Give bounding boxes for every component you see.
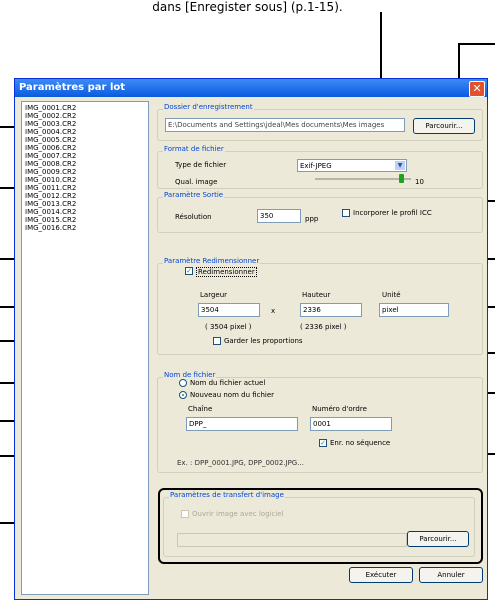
output-title: Paramètre Sortie: [163, 191, 225, 199]
list-item[interactable]: IMG_0015.CR2: [25, 216, 145, 224]
image-quality-label: Qual. image: [175, 178, 218, 186]
save-folder-path[interactable]: E:\Documents and Settings\jdeal\Mes docu…: [165, 118, 405, 132]
list-item[interactable]: IMG_0001.CR2: [25, 104, 145, 112]
height-label: Hauteur: [302, 291, 331, 299]
times-symbol: x: [271, 307, 276, 315]
file-type-label: Type de fichier: [175, 161, 227, 169]
chevron-down-icon: ▼: [395, 161, 405, 170]
sequence-label: Enr. no séquence: [330, 439, 391, 447]
current-name-radio[interactable]: [179, 379, 187, 387]
resolution-unit: ppp: [305, 215, 319, 223]
file-format-title: Format de fichier: [163, 145, 225, 153]
new-name-label: Nouveau nom du fichier: [190, 391, 275, 399]
example-text: Ex. : DPP_0001.JPG, DPP_0002.JPG...: [177, 459, 304, 467]
filename-title: Nom de fichier: [163, 371, 217, 379]
execute-button[interactable]: Exécuter: [349, 567, 413, 583]
quality-slider-thumb[interactable]: [399, 174, 405, 183]
list-item[interactable]: IMG_0011.CR2: [25, 184, 145, 192]
keep-ratio-checkbox[interactable]: [213, 337, 221, 345]
unit-value: pixel: [382, 306, 399, 314]
cancel-button[interactable]: Annuler: [419, 567, 483, 583]
save-folder-title: Dossier d'enregistrement: [163, 103, 254, 111]
list-item[interactable]: IMG_0004.CR2: [25, 128, 145, 136]
icc-profile-checkbox[interactable]: [342, 209, 350, 217]
file-type-value: Exif-JPEG: [300, 162, 332, 170]
list-item[interactable]: IMG_0007.CR2: [25, 152, 145, 160]
resolution-input[interactable]: 350: [257, 209, 301, 223]
icc-profile-label: Incorporer le profil ICC: [353, 209, 432, 217]
height-pixel-text: ( 2336 pixel ): [300, 323, 347, 331]
list-item[interactable]: IMG_0002.CR2: [25, 112, 145, 120]
image-quality-value: 10: [415, 178, 424, 186]
string-input[interactable]: DPP_: [186, 417, 298, 431]
list-item[interactable]: IMG_0012.CR2: [25, 192, 145, 200]
string-label: Chaîne: [188, 405, 213, 413]
width-label: Largeur: [200, 291, 228, 299]
list-item[interactable]: IMG_0009.CR2: [25, 168, 145, 176]
resize-label: Redimensionner: [196, 267, 257, 277]
unit-dropdown[interactable]: pixel: [379, 303, 449, 317]
callout-line: [458, 43, 495, 45]
resolution-label: Résolution: [175, 213, 212, 221]
order-number-input[interactable]: 0001: [310, 417, 392, 431]
quality-slider-track[interactable]: [315, 178, 411, 180]
list-item[interactable]: IMG_0008.CR2: [25, 160, 145, 168]
resize-checkbox[interactable]: ✓: [185, 267, 193, 275]
file-list[interactable]: IMG_0001.CR2 IMG_0002.CR2 IMG_0003.CR2 IMG_…: [21, 101, 149, 595]
file-type-dropdown[interactable]: Exif-JPEG ▼: [297, 159, 407, 172]
transfer-callout-box: [158, 488, 483, 564]
list-item[interactable]: IMG_0013.CR2: [25, 200, 145, 208]
width-input[interactable]: 3504: [198, 303, 260, 317]
unit-label: Unité: [382, 291, 401, 299]
caption-text: dans [Enregister sous] (p.1-15).: [152, 0, 343, 14]
height-input[interactable]: 2336: [300, 303, 362, 317]
browse-button[interactable]: Parcourir...: [413, 118, 475, 134]
sequence-checkbox[interactable]: ✓: [319, 439, 327, 447]
list-item[interactable]: IMG_0016.CR2: [25, 224, 145, 232]
width-pixel-text: ( 3504 pixel ): [205, 323, 252, 331]
order-number-label: Numéro d'ordre: [312, 405, 367, 413]
dialog-title: Paramètres par lot: [15, 79, 487, 97]
new-name-radio[interactable]: [179, 391, 187, 399]
resize-title: Paramètre Redimensionner: [163, 257, 261, 265]
keep-ratio-label: Garder les proportions: [224, 337, 303, 345]
list-item[interactable]: IMG_0003.CR2: [25, 120, 145, 128]
list-item[interactable]: IMG_0005.CR2: [25, 136, 145, 144]
list-item[interactable]: IMG_0006.CR2: [25, 144, 145, 152]
current-name-label: Nom du fichier actuel: [190, 379, 266, 387]
list-item[interactable]: IMG_0010.CR2: [25, 176, 145, 184]
close-icon[interactable]: ✕: [469, 81, 485, 97]
list-item[interactable]: IMG_0014.CR2: [25, 208, 145, 216]
